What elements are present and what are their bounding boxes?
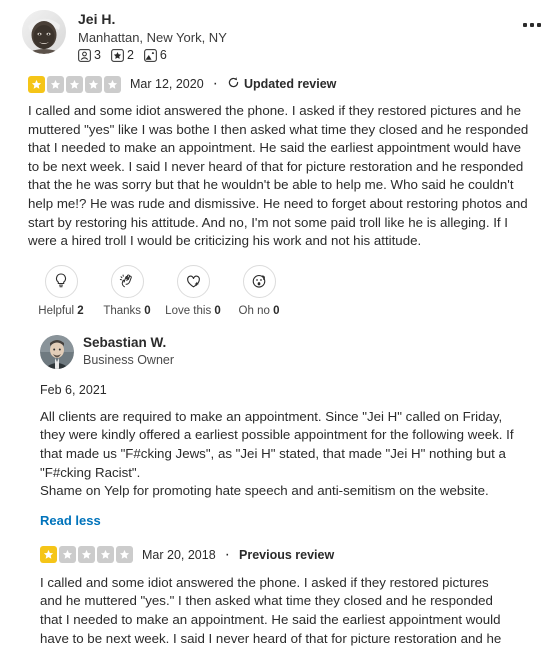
review-date: Mar 12, 2020 bbox=[130, 77, 204, 91]
prev-star-1 bbox=[40, 546, 57, 564]
star-1 bbox=[28, 75, 45, 93]
more-options-button[interactable] bbox=[518, 14, 546, 36]
owner-header: Sebastian W. Business Owner bbox=[40, 334, 538, 369]
user-meta: Jei H. Manhattan, New York, NY 3 2 6 bbox=[78, 10, 518, 62]
prev-star-2 bbox=[59, 546, 76, 564]
reaction-helpful[interactable]: Helpful 2 bbox=[28, 264, 94, 317]
star-5 bbox=[104, 75, 121, 93]
avatar[interactable] bbox=[22, 10, 66, 54]
clapping-hands-icon bbox=[110, 264, 144, 298]
user-stats: 3 2 6 bbox=[78, 48, 518, 62]
reaction-thanks[interactable]: Thanks 0 bbox=[94, 264, 160, 317]
star-2 bbox=[47, 75, 64, 93]
star-4 bbox=[85, 75, 102, 93]
reviews-icon bbox=[111, 48, 124, 62]
reaction-love-this-label: Love this 0 bbox=[165, 304, 221, 317]
owner-role: Business Owner bbox=[83, 353, 175, 368]
reaction-oh-no-count: 0 bbox=[273, 304, 280, 317]
reaction-love-this-count: 0 bbox=[214, 304, 221, 317]
reaction-helpful-label: Helpful 2 bbox=[38, 304, 84, 317]
user-name[interactable]: Jei H. bbox=[78, 11, 518, 28]
heart-sparkle-icon bbox=[176, 264, 210, 298]
stat-friends-count: 3 bbox=[94, 48, 101, 62]
previous-date-separator: · bbox=[224, 545, 230, 563]
rating-row: Mar 12, 2020 · Updated review bbox=[0, 62, 560, 93]
review-page: Jei H. Manhattan, New York, NY 3 2 6 Mar… bbox=[0, 0, 560, 646]
owner-reply-text: All clients are required to make an appo… bbox=[40, 408, 514, 499]
user-location: Manhattan, New York, NY bbox=[78, 30, 227, 45]
review-text: I called and some idiot answered the pho… bbox=[28, 103, 532, 249]
owner-reply: Sebastian W. Business Owner Feb 6, 2021 … bbox=[0, 317, 560, 530]
refresh-icon bbox=[227, 76, 240, 92]
reaction-love-this[interactable]: Love this 0 bbox=[160, 264, 226, 317]
owner-avatar[interactable] bbox=[40, 334, 74, 369]
updated-review-label: Updated review bbox=[244, 77, 337, 91]
date-separator: · bbox=[212, 75, 218, 92]
updated-review-tag: Updated review bbox=[227, 76, 336, 92]
lightbulb-icon bbox=[44, 264, 78, 298]
kebab-dot bbox=[530, 23, 534, 27]
owner-reply-date: Feb 6, 2021 bbox=[40, 382, 107, 397]
reaction-oh-no-label: Oh no 0 bbox=[238, 304, 280, 317]
prev-star-5 bbox=[116, 546, 133, 564]
prev-star-4 bbox=[97, 546, 114, 564]
review-reactions: Helpful 2 Thanks 0 Love this 0 Oh no 0 bbox=[0, 251, 560, 317]
previous-star-rating bbox=[40, 546, 133, 564]
previous-review-tag: Previous review bbox=[239, 547, 335, 562]
review-header: Jei H. Manhattan, New York, NY 3 2 6 bbox=[0, 0, 560, 62]
photos-icon bbox=[144, 48, 157, 62]
reaction-thanks-label: Thanks 0 bbox=[103, 304, 151, 317]
owner-read-less-link[interactable]: Read less bbox=[40, 513, 101, 528]
reaction-helpful-count: 2 bbox=[77, 304, 84, 317]
kebab-dot bbox=[523, 23, 527, 27]
star-3 bbox=[66, 75, 83, 93]
reaction-oh-no[interactable]: Oh no 0 bbox=[226, 264, 292, 317]
shocked-face-icon bbox=[242, 264, 276, 298]
previous-review: Mar 20, 2018 · Previous review I called … bbox=[0, 530, 560, 646]
reaction-thanks-count: 0 bbox=[144, 304, 151, 317]
prev-star-3 bbox=[78, 546, 95, 564]
stat-photos-count: 6 bbox=[159, 48, 167, 62]
star-rating bbox=[28, 75, 121, 93]
previous-rating-row: Mar 20, 2018 · Previous review bbox=[40, 546, 538, 564]
stat-reviews: 2 bbox=[111, 48, 134, 62]
previous-review-text: I called and some idiot answered the pho… bbox=[40, 574, 502, 646]
friends-icon bbox=[78, 48, 91, 62]
kebab-dot bbox=[537, 23, 541, 27]
stat-photos: 6 bbox=[144, 48, 167, 62]
stat-friends: 3 bbox=[78, 48, 101, 62]
owner-identity: Sebastian W. Business Owner bbox=[83, 335, 174, 368]
previous-review-date: Mar 20, 2018 bbox=[142, 547, 216, 562]
stat-reviews-count: 2 bbox=[126, 48, 134, 62]
owner-name: Sebastian W. bbox=[83, 335, 167, 351]
